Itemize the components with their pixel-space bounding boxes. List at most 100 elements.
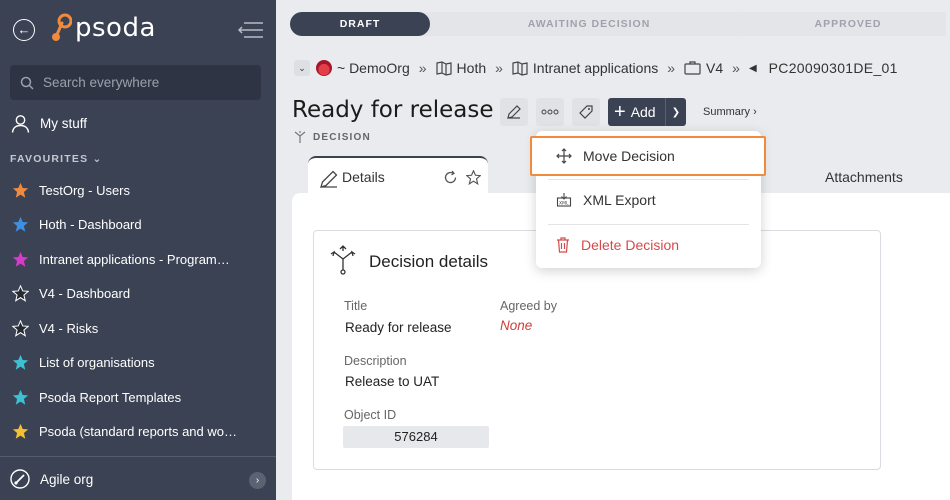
sidebar: ← psoda My stuff FAVOURITES ⌄ TestOrg - … bbox=[0, 0, 276, 500]
chevron-down-icon[interactable]: ⌄ bbox=[294, 60, 310, 76]
decision-icon bbox=[294, 131, 306, 143]
title-label: Title bbox=[344, 299, 368, 313]
move-icon bbox=[556, 148, 572, 164]
agreed-by-value: None bbox=[500, 318, 533, 333]
psoda-logo[interactable]: psoda bbox=[50, 13, 156, 43]
title-value: Ready for release bbox=[345, 320, 452, 335]
favourite-item[interactable]: List of organisations bbox=[0, 346, 276, 381]
xml-export-icon: XML bbox=[556, 193, 572, 207]
star-icon bbox=[12, 389, 29, 405]
add-button[interactable]: + Add ❯ bbox=[608, 98, 686, 126]
more-dots-icon bbox=[541, 109, 559, 115]
menu-item-delete-decision[interactable]: Delete Decision bbox=[536, 223, 761, 267]
object-id-label: Object ID bbox=[344, 408, 397, 422]
collapse-sidebar-icon[interactable] bbox=[238, 21, 264, 39]
user-icon bbox=[11, 115, 30, 133]
decision-icon bbox=[330, 245, 356, 275]
card-title: Decision details bbox=[369, 252, 489, 271]
chevron-down-icon: ⌄ bbox=[92, 153, 103, 165]
breadcrumb-separator: » bbox=[495, 60, 503, 76]
breadcrumb-item-hoth[interactable]: Hoth bbox=[435, 60, 486, 76]
main-content: DRAFT AWAITING DECISION APPROVED ⌄ ~ Dem… bbox=[276, 0, 950, 500]
my-stuff-link[interactable]: My stuff bbox=[11, 114, 87, 133]
programme-icon bbox=[512, 60, 528, 76]
tab-icons bbox=[443, 170, 481, 185]
chevron-down-icon[interactable]: ❯ bbox=[665, 98, 686, 126]
star-icon bbox=[12, 355, 29, 370]
menu-item-move-decision[interactable]: Move Decision bbox=[530, 136, 766, 176]
my-stuff-label: My stuff bbox=[40, 116, 88, 131]
object-id-value: 576284 bbox=[343, 426, 489, 448]
pencil-icon bbox=[507, 105, 521, 119]
search-input[interactable] bbox=[43, 75, 243, 90]
search-box[interactable] bbox=[10, 65, 261, 100]
breadcrumb-org[interactable]: ~ DemoOrg bbox=[316, 60, 410, 76]
caret-left-icon[interactable]: ◀ bbox=[749, 63, 757, 74]
svg-text:XML: XML bbox=[559, 201, 569, 207]
breadcrumb-item-v4[interactable]: V4 bbox=[684, 60, 723, 76]
favourite-label: Hoth - Dashboard bbox=[39, 217, 142, 233]
page-title: Ready for release bbox=[292, 97, 494, 123]
sidebar-divider bbox=[0, 456, 276, 457]
favourite-label: V4 - Dashboard bbox=[39, 286, 131, 302]
favourite-label: Psoda (standard reports and work... bbox=[39, 424, 239, 440]
favourite-label: V4 - Risks bbox=[39, 320, 99, 336]
agile-org-icon bbox=[10, 469, 30, 489]
breadcrumb: ⌄ ~ DemoOrg » Hoth » Intranet applicatio… bbox=[294, 60, 898, 76]
status-step-awaiting: AWAITING DECISION bbox=[418, 12, 748, 36]
object-type: DECISION bbox=[293, 130, 371, 144]
favourite-item[interactable]: V4 - Dashboard bbox=[0, 277, 276, 312]
logo-text: psoda bbox=[75, 13, 156, 43]
agreed-by-label: Agreed by bbox=[500, 299, 557, 313]
status-step-approved: APPROVED bbox=[736, 12, 946, 36]
status-progress: DRAFT AWAITING DECISION APPROVED bbox=[290, 12, 950, 36]
add-dropdown-menu: Move Decision XML XML Export Delete Deci… bbox=[530, 131, 766, 268]
summary-link[interactable]: Summary › bbox=[703, 106, 757, 118]
favourite-item[interactable]: Hoth - Dashboard bbox=[0, 208, 276, 243]
star-icon bbox=[12, 424, 29, 439]
org-switcher[interactable]: Agile org bbox=[10, 469, 93, 489]
favourite-item[interactable]: TestOrg - Users bbox=[0, 173, 276, 208]
back-icon[interactable]: ← bbox=[13, 19, 35, 41]
favourite-label: TestOrg - Users bbox=[39, 182, 131, 198]
breadcrumb-separator: » bbox=[418, 60, 427, 76]
add-label: Add bbox=[630, 104, 656, 120]
org-icon bbox=[316, 60, 332, 76]
favourites-list: TestOrg - Users Hoth - Dashboard Intrane… bbox=[0, 173, 276, 449]
favourite-item[interactable]: Psoda (standard reports and work... bbox=[0, 415, 276, 450]
search-icon bbox=[20, 76, 34, 90]
star-icon bbox=[12, 217, 29, 232]
org-name: Agile org bbox=[40, 471, 94, 487]
favourite-item[interactable]: Intranet applications - Programme... bbox=[0, 242, 276, 277]
trash-icon bbox=[557, 237, 569, 253]
plus-icon: + bbox=[614, 101, 626, 123]
tab-attachments[interactable]: Attachments bbox=[825, 169, 903, 185]
logo-mark-icon bbox=[52, 13, 72, 41]
breadcrumb-separator: » bbox=[732, 60, 740, 76]
favourites-header[interactable]: FAVOURITES ⌄ bbox=[10, 153, 102, 165]
project-icon bbox=[684, 61, 701, 75]
description-value: Release to UAT bbox=[345, 374, 440, 389]
breadcrumb-item-intranet[interactable]: Intranet applications bbox=[512, 60, 658, 76]
menu-item-xml-export[interactable]: XML XML Export bbox=[536, 178, 761, 222]
star-icon bbox=[12, 285, 29, 303]
refresh-icon[interactable] bbox=[443, 170, 458, 185]
chevron-right-icon[interactable]: › bbox=[249, 472, 266, 489]
description-label: Description bbox=[344, 354, 407, 368]
tag-icon bbox=[579, 105, 593, 119]
tag-button[interactable] bbox=[572, 98, 600, 126]
favourite-label: Psoda Report Templates bbox=[39, 389, 182, 405]
pencil-icon bbox=[320, 170, 338, 188]
favourite-label: Intranet applications - Programme... bbox=[39, 251, 239, 267]
edit-button[interactable] bbox=[500, 98, 528, 126]
star-outline-icon[interactable] bbox=[466, 170, 481, 185]
tab-details-label: Details bbox=[342, 169, 385, 185]
status-step-draft: DRAFT bbox=[290, 12, 430, 36]
star-icon bbox=[12, 182, 29, 198]
favourite-item[interactable]: Psoda Report Templates bbox=[0, 380, 276, 415]
breadcrumb-separator: » bbox=[667, 60, 676, 76]
tab-details[interactable]: Details bbox=[308, 156, 488, 196]
more-button[interactable] bbox=[536, 98, 564, 126]
favourite-item[interactable]: V4 - Risks bbox=[0, 311, 276, 346]
star-icon bbox=[12, 251, 29, 267]
